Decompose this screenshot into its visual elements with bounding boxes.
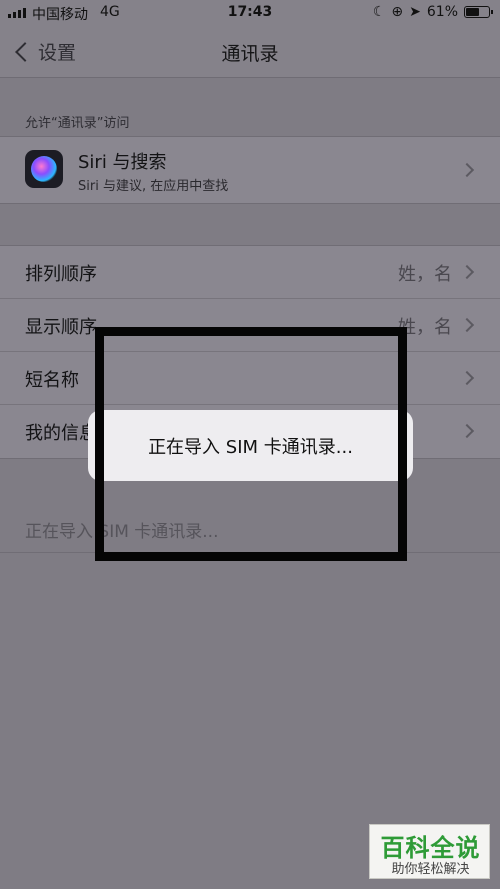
siri-icon — [25, 150, 63, 188]
siri-row-title: Siri 与搜索 — [78, 152, 167, 173]
orientation-lock-icon: ⊕ — [391, 4, 404, 20]
sort-order-row[interactable]: 排列顺序 姓，名 — [0, 246, 500, 299]
status-right-group: ☾ ⊕ ➤ 61% — [372, 4, 493, 20]
chevron-right-icon — [459, 423, 475, 439]
navigation-bar: 设置 通讯录 — [0, 26, 500, 78]
short-name-label: 短名称 — [25, 370, 79, 391]
chevron-right-icon — [459, 370, 475, 386]
chevron-right-icon — [459, 317, 475, 333]
sort-order-value: 姓，名 — [398, 264, 452, 285]
chevron-right-icon — [459, 162, 475, 178]
watermark-logo: 百科全说 助你轻松解决 — [369, 824, 490, 879]
moon-icon: ☾ — [372, 4, 386, 20]
battery-icon — [464, 6, 493, 18]
display-order-label: 显示顺序 — [25, 317, 97, 338]
siri-search-row[interactable]: Siri 与搜索 Siri 与建议, 在应用中查找 — [0, 137, 500, 203]
page-title: 通讯录 — [221, 43, 279, 65]
highlight-annotation-box — [95, 327, 407, 561]
battery-percent: 61% — [426, 4, 458, 20]
battery-fill — [466, 8, 480, 16]
my-info-label: 我的信息 — [25, 423, 97, 444]
watermark-sub-text: 助你轻松解决 — [391, 862, 470, 877]
status-bar: 中国移动 4G 17:43 ☾ ⊕ ➤ 61% — [0, 0, 500, 26]
siri-row-subtitle: Siri 与建议, 在应用中查找 — [78, 179, 229, 194]
chevron-right-icon — [459, 264, 475, 280]
access-group: Siri 与搜索 Siri 与建议, 在应用中查找 — [0, 136, 500, 204]
sort-order-label: 排列顺序 — [25, 264, 97, 285]
section-header-access: 允许“通讯录”访问 — [25, 116, 130, 131]
location-icon: ➤ — [409, 4, 421, 20]
